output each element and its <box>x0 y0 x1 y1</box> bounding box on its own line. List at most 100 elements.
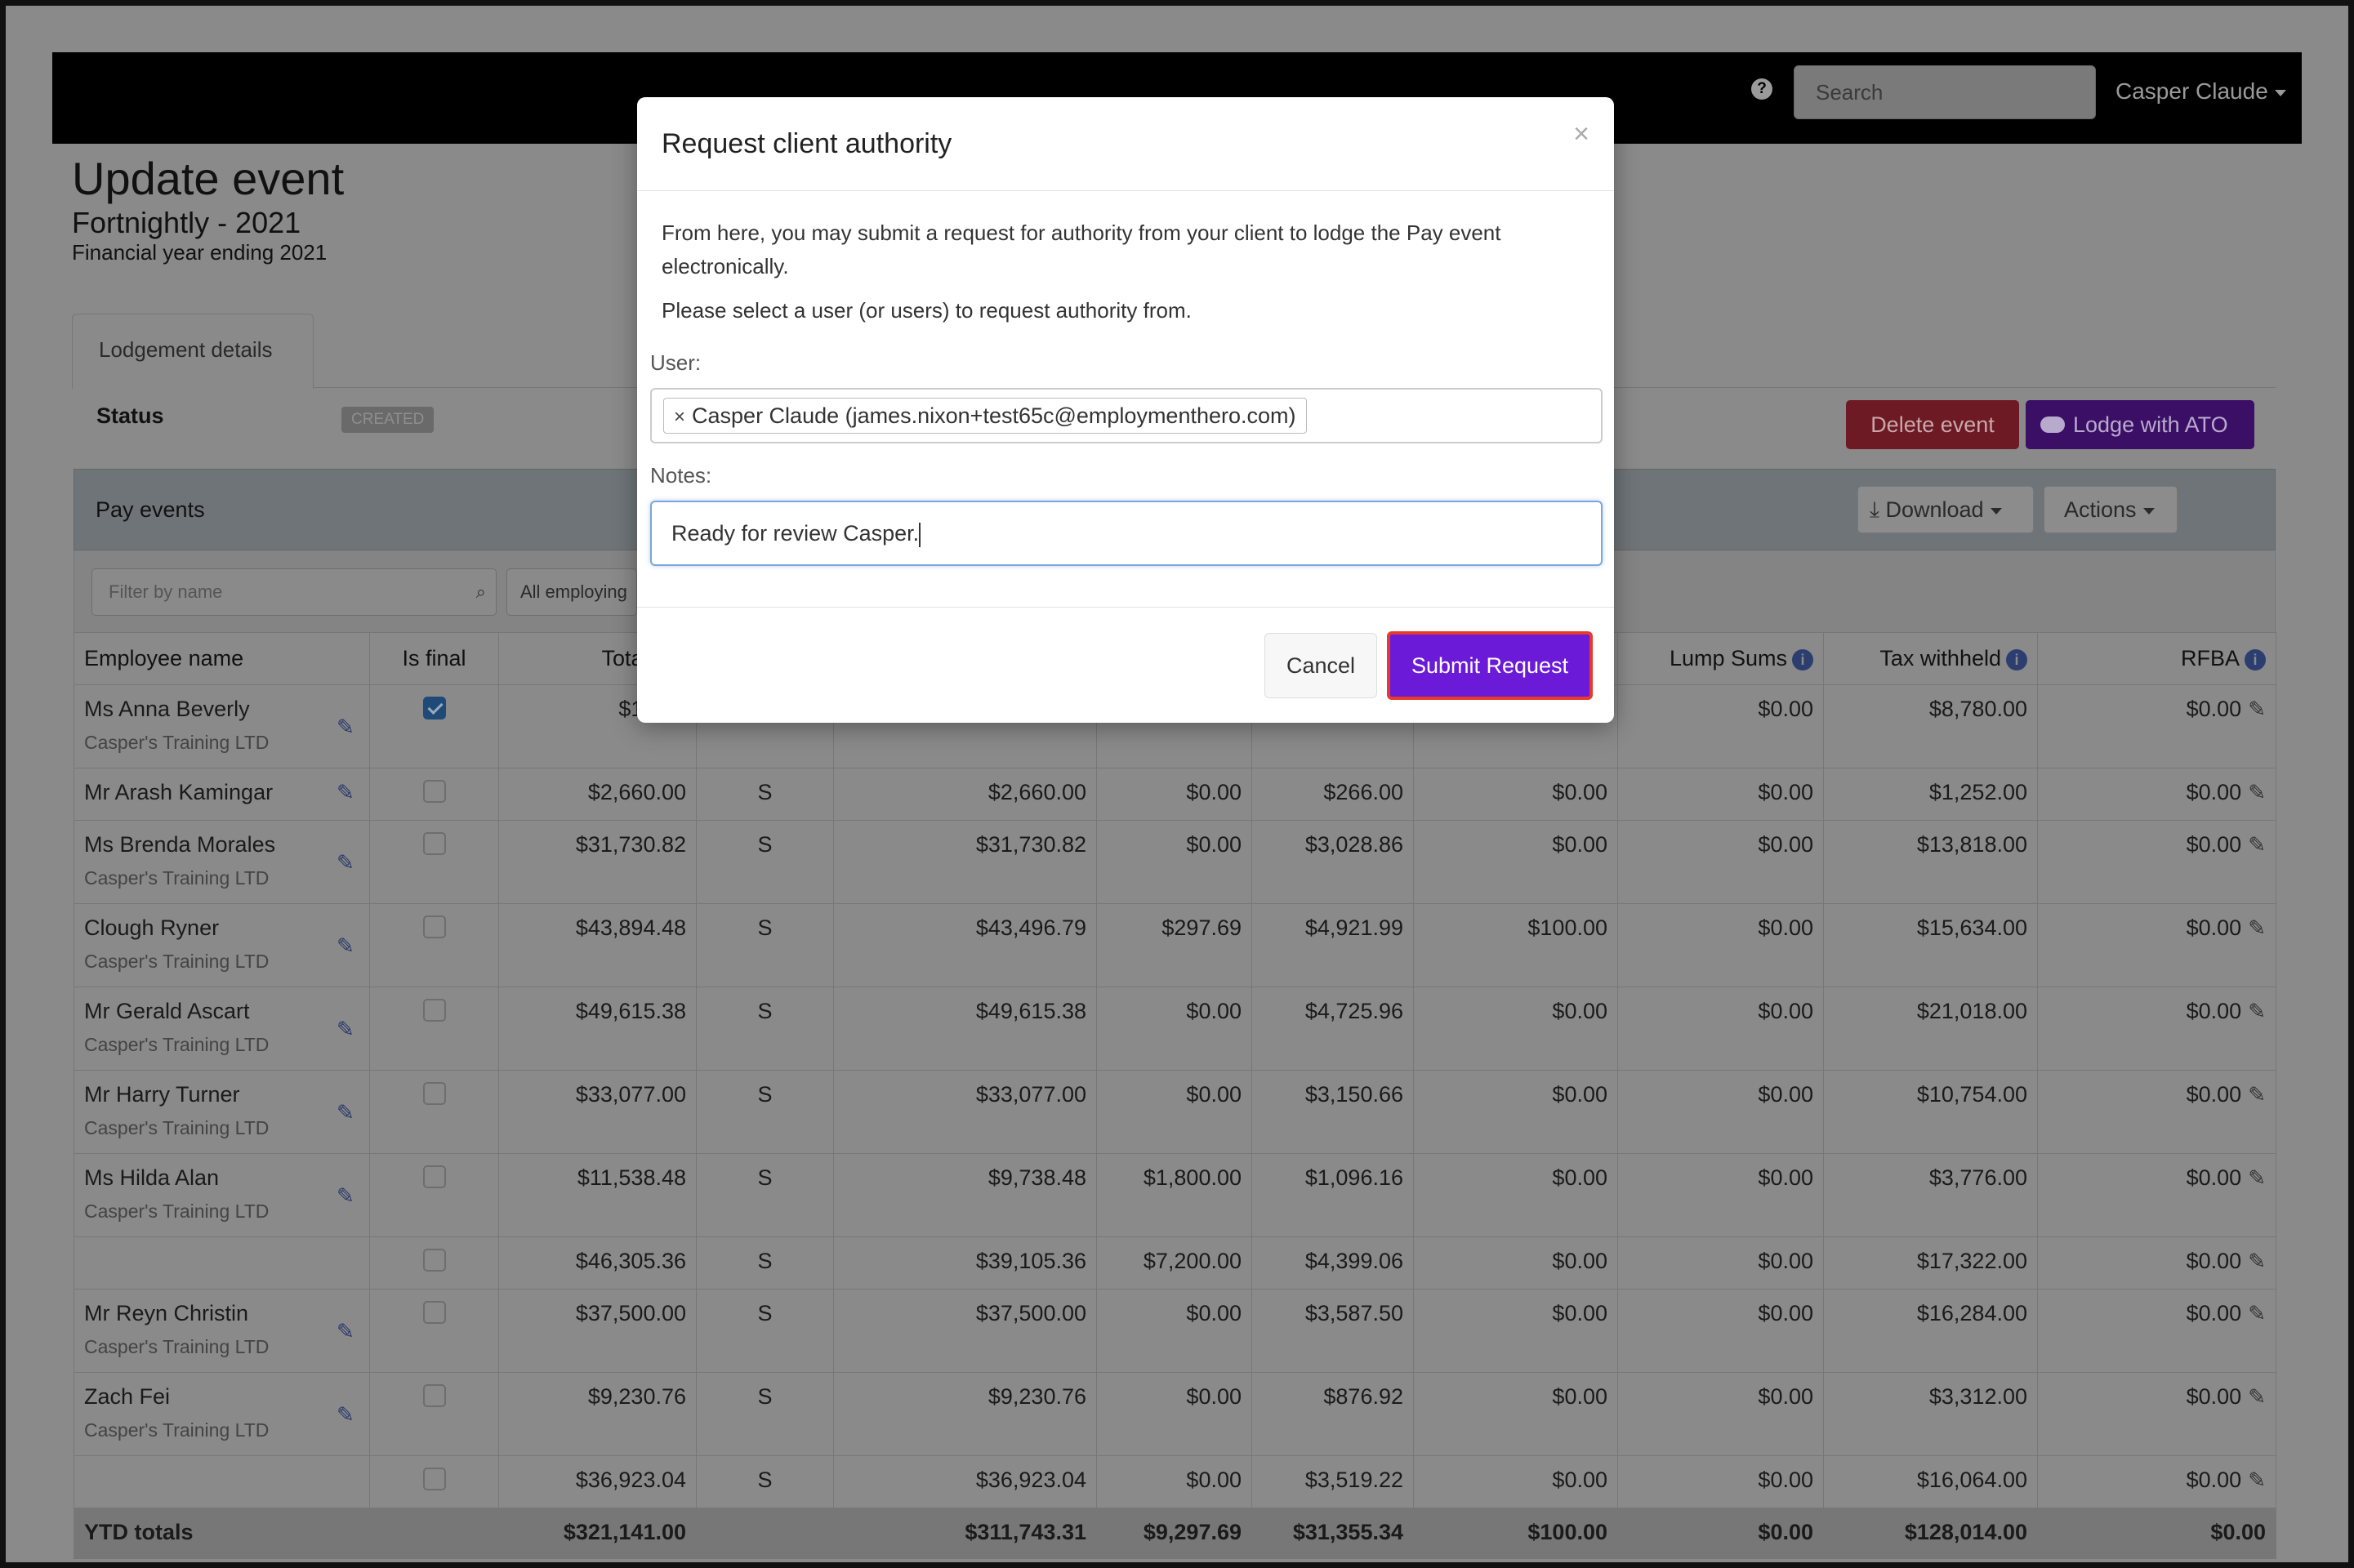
edit-rfba-icon[interactable]: ✎ <box>2248 1384 2266 1409</box>
info-icon[interactable]: i <box>2006 648 2027 670</box>
col-employee-name[interactable]: Employee name <box>74 632 370 685</box>
user-menu[interactable]: Casper Claude <box>2115 78 2286 105</box>
download-button[interactable]: ⤓ Download <box>1857 486 2034 533</box>
submit-request-button[interactable]: Submit Request <box>1387 631 1593 700</box>
employee-name[interactable]: Mr Reyn Christin <box>84 1301 359 1326</box>
is-final-checkbox[interactable] <box>422 915 446 938</box>
tax-withheld-cell: $10,754.00 <box>1823 1070 2038 1154</box>
employee-name[interactable]: Clough Ryner <box>84 915 359 941</box>
filter-by-name-input[interactable]: Filter by name ⌕ <box>91 568 497 616</box>
edit-employee-icon[interactable]: ✎ <box>337 1319 359 1343</box>
edit-employee-icon[interactable]: ✎ <box>337 780 359 804</box>
info-icon[interactable]: i <box>2245 648 2266 670</box>
table-row: Ms Hilda Alan Casper's Training LTD ✎ $11,5… <box>74 1153 2276 1237</box>
col-tax-withheld[interactable]: Tax withheld i <box>1823 632 2038 685</box>
cancel-button[interactable]: Cancel <box>1264 633 1377 698</box>
edit-rfba-icon[interactable]: ✎ <box>2248 1301 2266 1325</box>
edit-employee-icon[interactable]: ✎ <box>337 1100 359 1125</box>
edit-rfba-icon[interactable]: ✎ <box>2248 1165 2266 1190</box>
employee-cell: Clough Ryner Casper's Training LTD ✎ <box>74 903 370 987</box>
col5-cell: $4,921.99 <box>1251 903 1414 987</box>
is-final-checkbox[interactable] <box>422 1384 446 1407</box>
col-is-final[interactable]: Is final <box>369 632 499 685</box>
edit-rfba-icon[interactable]: ✎ <box>2248 780 2266 804</box>
edit-rfba-icon[interactable]: ✎ <box>2248 832 2266 857</box>
request-client-authority-modal: Request client authority × From here, yo… <box>637 97 1614 723</box>
edit-rfba-icon[interactable]: ✎ <box>2248 1082 2266 1107</box>
is-final-checkbox[interactable] <box>422 780 446 803</box>
edit-employee-icon[interactable]: ✎ <box>337 1402 359 1427</box>
rfba-cell: $0.00 ✎ <box>2037 1455 2276 1508</box>
employee-cell: Mr Harry Turner Casper's Training LTD ✎ <box>74 1070 370 1154</box>
col3-cell: $43,496.79 <box>833 903 1097 987</box>
col3-cell: $9,738.48 <box>833 1153 1097 1237</box>
employee-cell: Mr Arash Kamingar ✎ <box>74 768 370 821</box>
employee-name[interactable]: Mr Gerald Ascart <box>84 999 359 1024</box>
tax-withheld-cell: $8,780.00 <box>1823 684 2038 768</box>
is-final-cell <box>369 820 499 904</box>
edit-employee-icon[interactable]: ✎ <box>337 1017 359 1041</box>
rfba-value: $0.00 <box>2186 1165 2242 1190</box>
is-final-checkbox[interactable] <box>422 1165 446 1188</box>
employee-name[interactable]: Mr Harry Turner <box>84 1082 359 1107</box>
employee-name[interactable]: Ms Anna Beverly <box>84 697 359 722</box>
is-final-checkbox[interactable] <box>422 697 446 719</box>
edit-employee-icon[interactable]: ✎ <box>337 715 359 739</box>
col-rfba[interactable]: RFBA i <box>2037 632 2276 685</box>
total-gross-cell: $2,660.00 <box>498 768 697 821</box>
rfba-value: $0.00 <box>2186 915 2242 940</box>
is-final-checkbox[interactable] <box>422 832 446 855</box>
employing-entity-select[interactable]: All employing <box>506 568 637 616</box>
is-final-checkbox[interactable] <box>422 1082 446 1105</box>
employee-name[interactable]: Mr Arash Kamingar <box>84 780 359 805</box>
notes-input[interactable]: Ready for review Casper. <box>650 501 1603 566</box>
tab-lodgement-details[interactable]: Lodgement details <box>72 314 314 389</box>
col3-cell: $49,615.38 <box>833 987 1097 1071</box>
modal-intro-text: From here, you may submit a request for … <box>662 220 1501 278</box>
edit-rfba-icon[interactable]: ✎ <box>2248 999 2266 1023</box>
is-final-checkbox[interactable] <box>422 1301 446 1324</box>
employee-name[interactable]: Ms Hilda Alan <box>84 1165 359 1191</box>
tax-withheld-cell: $17,322.00 <box>1823 1236 2038 1290</box>
user-select[interactable]: × Casper Claude (james.nixon+test65c@empl… <box>650 388 1603 443</box>
user-label: User: <box>650 350 702 375</box>
lodge-with-ato-button[interactable]: Lodge with ATO <box>2026 400 2254 449</box>
table-row: Mr Gerald Ascart Casper's Training LTD ✎ $4… <box>74 987 2276 1071</box>
edit-rfba-icon[interactable]: ✎ <box>2248 697 2266 721</box>
edit-employee-icon[interactable]: ✎ <box>337 1183 359 1208</box>
type-cell: S <box>696 1289 834 1373</box>
total-gross-cell: $31,730.82 <box>498 820 697 904</box>
is-final-checkbox[interactable] <box>422 1468 446 1490</box>
edit-rfba-icon[interactable]: ✎ <box>2248 915 2266 940</box>
lump-sums-cell: $0.00 <box>1617 820 1824 904</box>
lump-sums-cell: $0.00 <box>1617 903 1824 987</box>
info-icon[interactable]: i <box>1792 648 1813 670</box>
remove-tag-icon[interactable]: × <box>674 406 685 428</box>
employee-name[interactable]: Zach Fei <box>84 1384 359 1410</box>
rfba-value: $0.00 <box>2186 697 2242 721</box>
edit-rfba-icon[interactable]: ✎ <box>2248 1468 2266 1492</box>
rfba-cell: $0.00 ✎ <box>2037 1070 2276 1154</box>
edit-rfba-icon[interactable]: ✎ <box>2248 1249 2266 1273</box>
employee-company: Casper's Training LTD <box>84 1117 270 1138</box>
is-final-checkbox[interactable] <box>422 1249 446 1272</box>
tax-withheld-cell: $16,064.00 <box>1823 1455 2038 1508</box>
total-gross-cell: $9,230.76 <box>498 1372 697 1456</box>
employee-company: Casper's Training LTD <box>84 867 270 889</box>
delete-event-button[interactable]: Delete event <box>1846 400 2019 449</box>
close-icon[interactable]: × <box>1573 118 1589 150</box>
actions-button[interactable]: Actions <box>2044 486 2178 533</box>
totals-type <box>696 1508 834 1559</box>
caret-down-icon <box>2274 89 2286 96</box>
col-lump-sums[interactable]: Lump Sums i <box>1617 632 1824 685</box>
edit-employee-icon[interactable]: ✎ <box>337 850 359 875</box>
lump-sums-cell: $0.00 <box>1617 1153 1824 1237</box>
employee-name[interactable]: Ms Brenda Morales <box>84 832 359 858</box>
edit-employee-icon[interactable]: ✎ <box>337 933 359 958</box>
employee-company: Casper's Training LTD <box>84 1200 270 1222</box>
modal-header-divider <box>637 190 1614 191</box>
help-icon[interactable]: ? <box>1751 78 1772 100</box>
is-final-checkbox[interactable] <box>422 999 446 1022</box>
search-input[interactable]: Search <box>1794 65 2096 119</box>
employee-company: Casper's Training LTD <box>84 1336 270 1357</box>
